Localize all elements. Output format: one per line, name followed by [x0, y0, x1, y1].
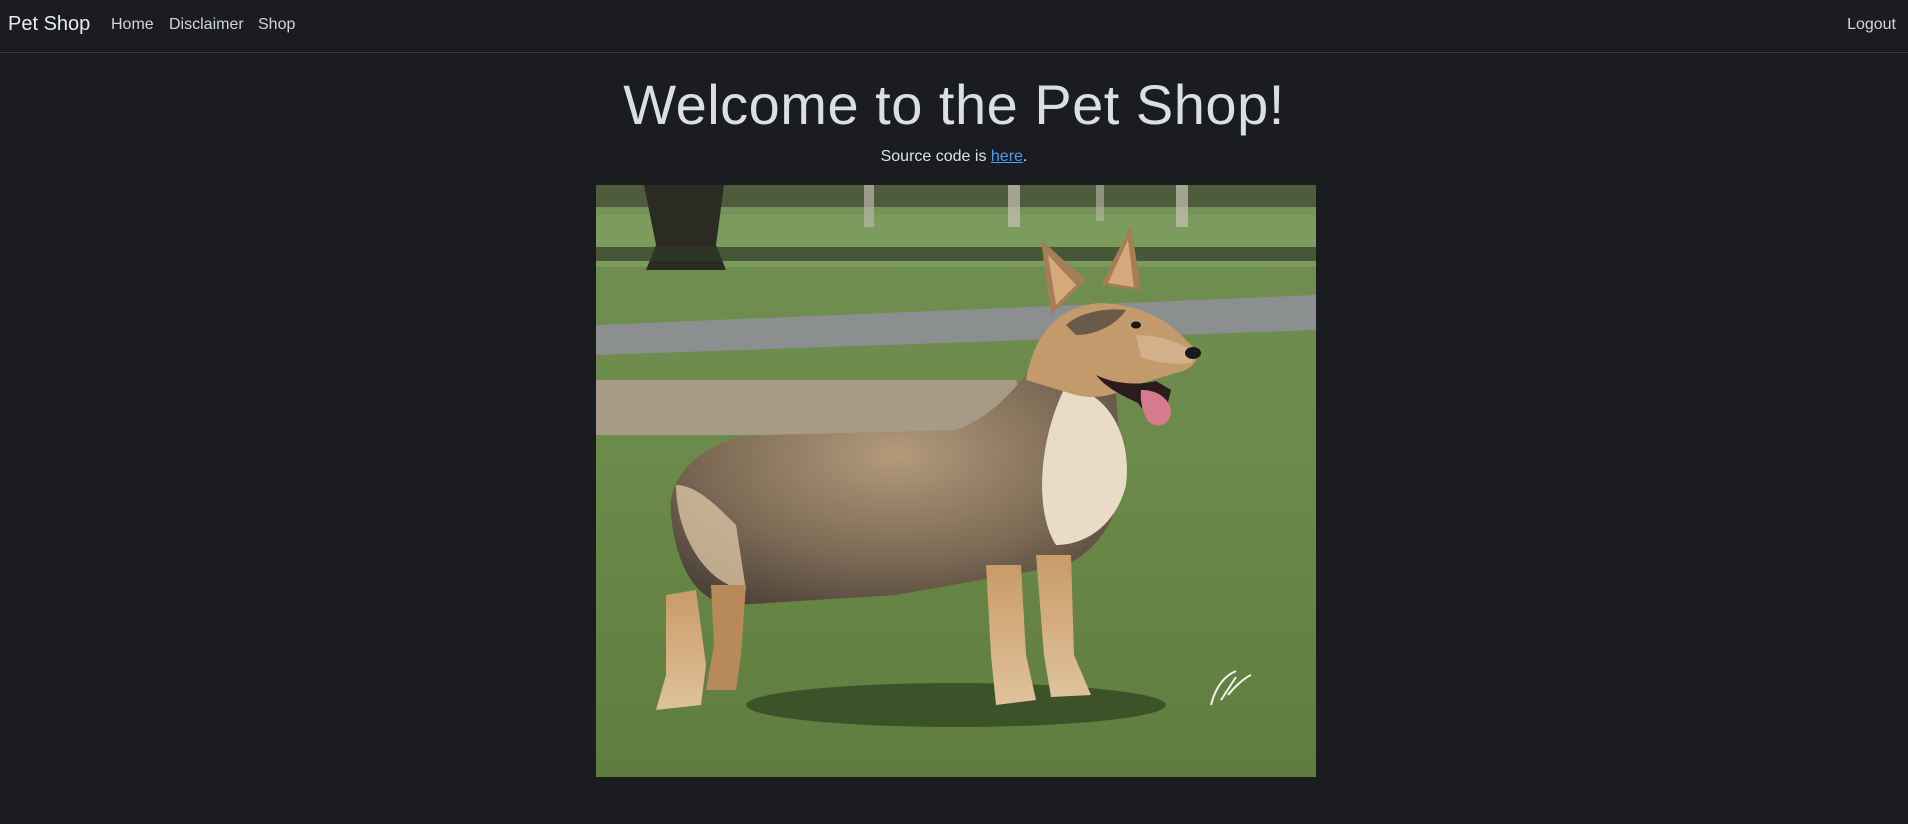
- dog-photo: [596, 185, 1316, 777]
- top-navbar: Pet Shop Home Disclaimer Shop Logout: [0, 0, 1908, 53]
- brand-link[interactable]: Pet Shop: [8, 13, 90, 36]
- source-code-link[interactable]: here: [991, 148, 1023, 165]
- source-code-suffix: .: [1022, 148, 1028, 165]
- dog-illustration: [596, 185, 1316, 777]
- page-title: Welcome to the Pet Shop!: [623, 73, 1285, 136]
- nav-link-shop[interactable]: Shop: [258, 16, 295, 34]
- source-code-prefix: Source code is: [880, 148, 991, 165]
- nav-link-home[interactable]: Home: [111, 16, 154, 34]
- source-code-line: Source code is here.: [0, 148, 1908, 166]
- logout-link[interactable]: Logout: [1847, 16, 1896, 34]
- nav-link-disclaimer[interactable]: Disclaimer: [169, 16, 244, 34]
